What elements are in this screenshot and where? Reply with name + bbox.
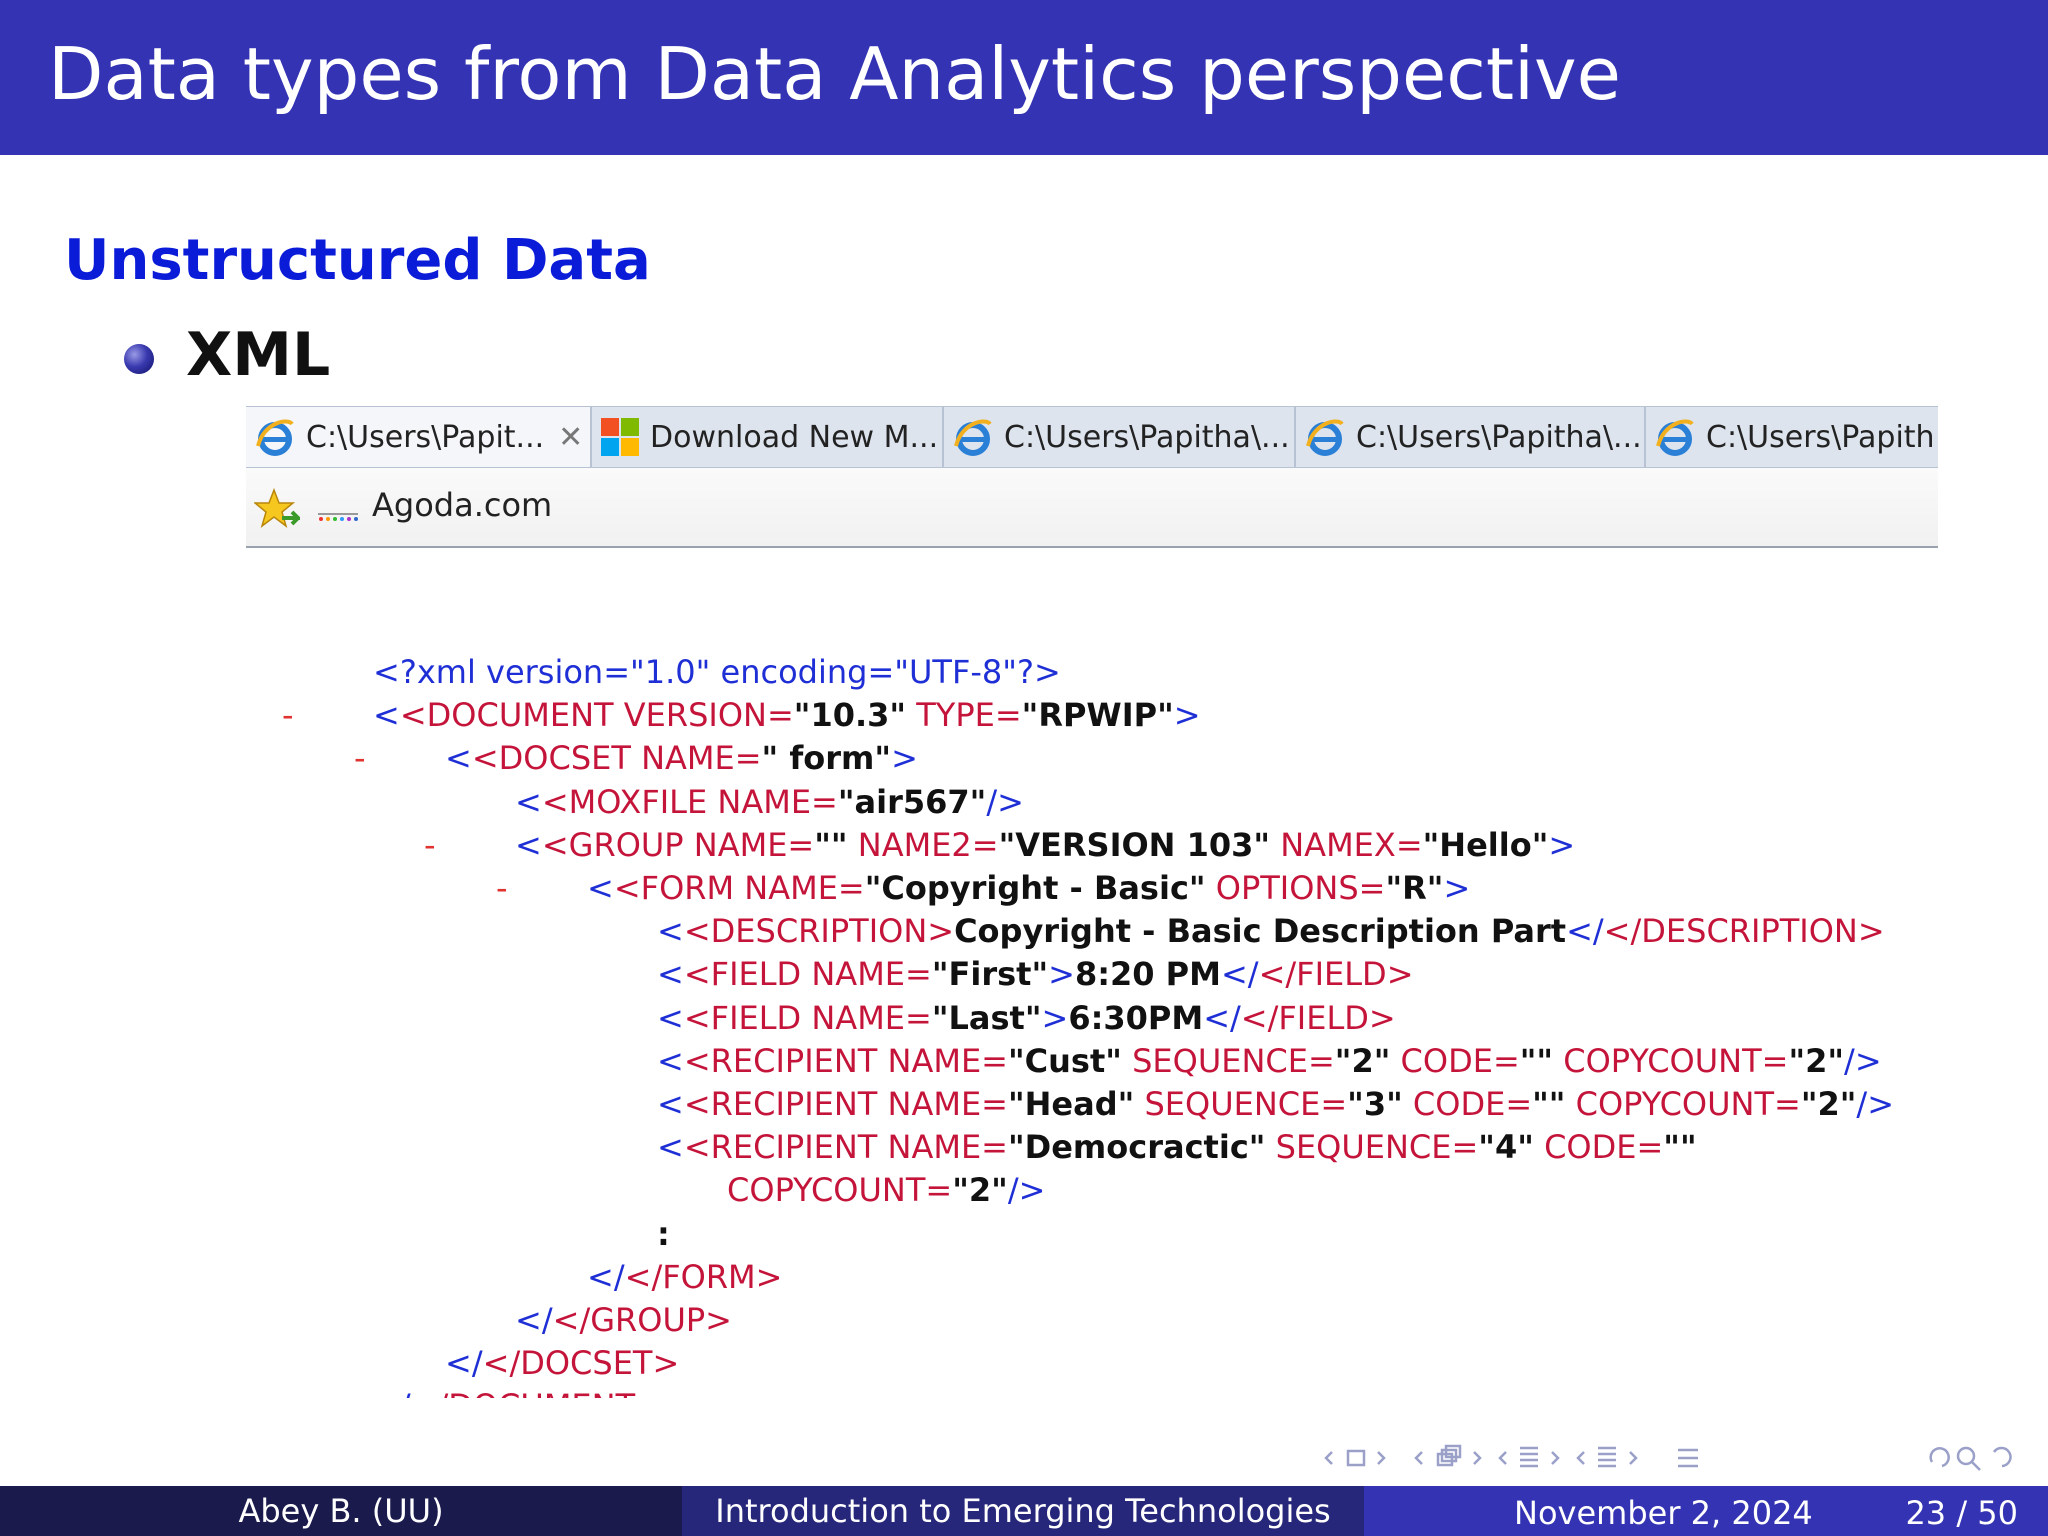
tab-label: C:\Users\Papitha\...: [1356, 419, 1642, 455]
xml-document: <?xml version="1.0" encoding="UTF-8"?> -…: [246, 616, 1938, 1398]
close-icon[interactable]: ✕: [558, 420, 583, 455]
slide-footer: Abey B. (UU) Introduction to Emerging Te…: [0, 1486, 2048, 1536]
agoda-site-icon: [318, 506, 358, 521]
nav-search-icon[interactable]: [1929, 1446, 2012, 1471]
browser-tab-1[interactable]: C:\Users\Papit... ✕: [246, 407, 592, 467]
footer-course: Introduction to Emerging Technologies: [682, 1486, 1364, 1536]
bullet-marker: [124, 344, 154, 374]
favorite-link-agoda[interactable]: Agoda.com: [372, 486, 552, 524]
date-text: November 2, 2024: [1514, 1494, 1813, 1532]
xml-line: </</DOCUMENT>: [312, 1358, 662, 1398]
ie-icon: [254, 416, 296, 458]
nav-align-icon[interactable]: [1678, 1448, 1698, 1468]
browser-tab-4[interactable]: C:\Users\Papitha\...: [1296, 407, 1646, 467]
ie-icon: [952, 416, 994, 458]
xml-line: COPYCOUNT="2"/>: [727, 1171, 1046, 1209]
tab-label: C:\Users\Papit...: [306, 419, 545, 455]
favorites-star-icon[interactable]: [252, 487, 303, 536]
ie-icon: [1304, 416, 1346, 458]
tab-label: C:\Users\Papith: [1706, 419, 1935, 455]
nav-section-icon[interactable]: [1576, 1446, 1638, 1468]
nav-frame-icon[interactable]: [1414, 1444, 1482, 1467]
footer-date-page: November 2, 2024 23 / 50: [1364, 1486, 2048, 1536]
tab-label: Download New M...: [650, 419, 939, 455]
section-heading: Unstructured Data: [64, 228, 651, 293]
collapse-toggle[interactable]: -: [424, 829, 436, 861]
slide-title: Data types from Data Analytics perspecti…: [48, 32, 1621, 116]
nav-prev-icon[interactable]: [1324, 1449, 1386, 1467]
browser-tab-2[interactable]: Download New M...: [592, 407, 944, 467]
title-bar: Data types from Data Analytics perspecti…: [0, 0, 2048, 155]
browser-tab-5[interactable]: C:\Users\Papith: [1646, 407, 1938, 467]
tab-label: C:\Users\Papitha\...: [1004, 419, 1290, 455]
ie-icon: [1654, 416, 1696, 458]
course-text: Introduction to Emerging Technologies: [715, 1492, 1331, 1530]
favorites-bar: Agoda.com: [246, 468, 1938, 548]
windows-icon: [600, 417, 640, 457]
collapse-toggle[interactable]: -: [496, 872, 508, 904]
xml-browser-screenshot: C:\Users\Papit... ✕ Download New M... C:…: [246, 398, 1938, 1398]
collapse-toggle[interactable]: -: [354, 742, 366, 774]
nav-subsection-icon[interactable]: [1498, 1446, 1560, 1468]
browser-tabstrip: C:\Users\Papit... ✕ Download New M... C:…: [246, 406, 1938, 468]
author-text: Abey B. (UU): [238, 1492, 444, 1530]
bullet-text: XML: [186, 320, 331, 390]
page-number: 23 / 50: [1905, 1494, 2018, 1532]
footer-author: Abey B. (UU): [0, 1486, 682, 1536]
browser-tab-3[interactable]: C:\Users\Papitha\...: [944, 407, 1296, 467]
collapse-toggle[interactable]: -: [282, 699, 294, 731]
beamer-navigation: [1324, 1444, 2012, 1471]
